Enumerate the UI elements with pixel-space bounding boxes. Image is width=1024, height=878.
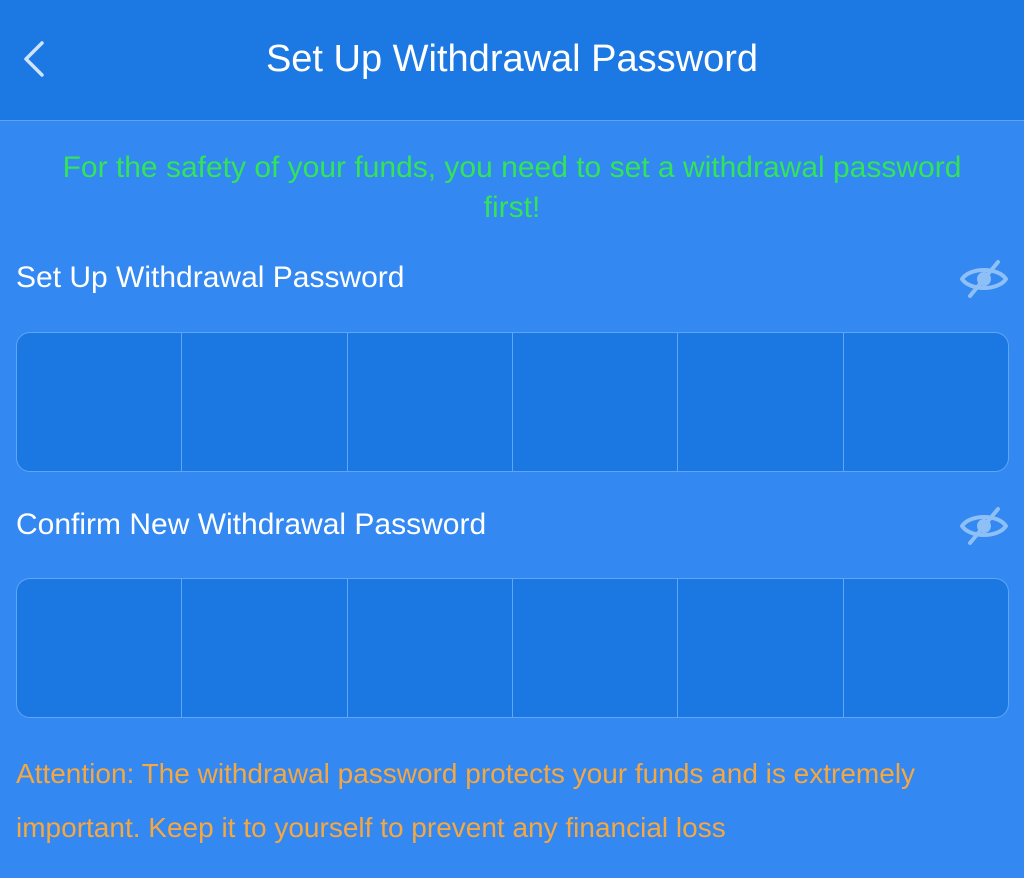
password-digit-cell[interactable] xyxy=(678,579,844,717)
toggle-visibility-button[interactable] xyxy=(958,259,1010,299)
safety-notice: For the safety of your funds, you need t… xyxy=(62,151,962,224)
eye-off-icon xyxy=(960,260,1008,298)
password-digit-cell[interactable] xyxy=(844,579,1008,717)
eye-off-icon xyxy=(960,507,1008,545)
password-digit-cell[interactable] xyxy=(513,333,679,471)
password-digit-cell[interactable] xyxy=(348,579,513,717)
password-digit-cell[interactable] xyxy=(678,333,844,471)
confirm-password-input[interactable] xyxy=(16,578,1009,718)
page-title: Set Up Withdrawal Password xyxy=(265,38,759,80)
password-digit-cell[interactable] xyxy=(513,579,679,717)
confirm-password-label: Confirm New Withdrawal Password xyxy=(16,508,487,541)
withdrawal-password-input[interactable] xyxy=(16,332,1009,472)
password-digit-cell[interactable] xyxy=(17,579,183,717)
password-digit-cell[interactable] xyxy=(844,333,1008,471)
password-digit-cell[interactable] xyxy=(182,579,348,717)
password-digit-cell[interactable] xyxy=(348,333,513,471)
attention-note: Attention: The withdrawal password prote… xyxy=(16,758,916,843)
password-digit-cell[interactable] xyxy=(182,333,348,471)
toggle-visibility-button[interactable] xyxy=(958,506,1010,546)
withdrawal-password-label: Set Up Withdrawal Password xyxy=(16,261,405,294)
header-bar: Set Up Withdrawal Password xyxy=(0,0,1024,121)
password-digit-cell[interactable] xyxy=(17,333,183,471)
